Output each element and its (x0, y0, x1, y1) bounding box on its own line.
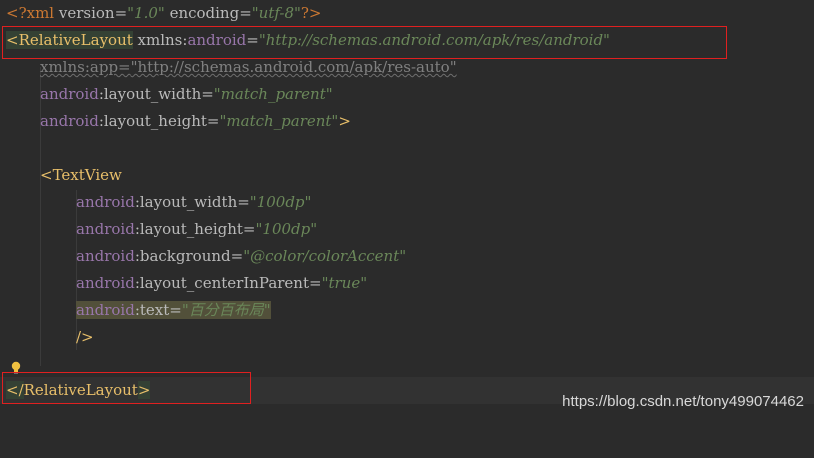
layout-width-attr: :layout_width= (98, 85, 214, 103)
textview-layout-height-value: "100dp" (255, 220, 318, 238)
code-line-11[interactable]: android:layout_centerInParent="true" (0, 270, 814, 297)
xml-encoding-attr: encoding= (164, 4, 252, 22)
textview-self-close: /> (76, 328, 94, 346)
code-line-10[interactable]: android:background="@color/colorAccent" (0, 243, 814, 270)
code-editor[interactable]: <?xml version="1.0" encoding="utf-8"?> <… (0, 0, 814, 421)
namespace: android (76, 301, 135, 319)
namespace: android (40, 85, 99, 103)
textview-background-value: "@color/colorAccent" (243, 247, 407, 265)
namespace: android (76, 193, 135, 211)
watermark: https://blog.csdn.net/tony499074462 (562, 393, 804, 410)
code-line-6[interactable] (0, 135, 814, 162)
layout-height-attr: :layout_height= (98, 112, 220, 130)
code-line-12[interactable]: android:text="百分百布局" (0, 297, 814, 324)
annotation-box-relativelayout-open (2, 26, 727, 59)
namespace: android (76, 247, 135, 265)
layout-height-value: "match_parent" (219, 112, 339, 130)
code-line-1[interactable]: <?xml version="1.0" encoding="utf-8"?> (0, 0, 814, 27)
xml-version-value: "1.0" (127, 4, 165, 22)
app-xmlns-value: "http://schemas.android.com/apk/res-auto… (130, 58, 457, 76)
textview-tag: TextView (52, 166, 122, 184)
app-xmlns-attr: xmlns:app= (40, 58, 131, 76)
textview-layout-width-value: "100dp" (249, 193, 312, 211)
code-line-13[interactable]: /> (0, 324, 814, 351)
textview-open-bracket: < (40, 166, 53, 184)
code-line-7[interactable]: <TextView (0, 162, 814, 189)
layout-width-value: "match_parent" (213, 85, 333, 103)
textview-background-attr: :background= (134, 247, 244, 265)
namespace: android (76, 274, 135, 292)
textview-center-in-parent-attr: :layout_centerInParent= (134, 274, 322, 292)
annotation-box-relativelayout-close (2, 372, 251, 404)
code-line-8[interactable]: android:layout_width="100dp" (0, 189, 814, 216)
xml-version-attr: version= (54, 4, 128, 22)
code-line-9[interactable]: android:layout_height="100dp" (0, 216, 814, 243)
code-line-5[interactable]: android:layout_height="match_parent"> (0, 108, 814, 135)
textview-text-value: "百分百布局" (181, 301, 271, 319)
namespace: android (76, 220, 135, 238)
namespace: android (40, 112, 99, 130)
textview-layout-width-attr: :layout_width= (134, 193, 250, 211)
tag-close-bracket: > (338, 112, 351, 130)
xml-decl-close: ?> (300, 4, 322, 22)
textview-layout-height-attr: :layout_height= (134, 220, 256, 238)
textview-text-attr: :text= (134, 301, 182, 319)
code-line-4[interactable]: android:layout_width="match_parent" (0, 81, 814, 108)
textview-center-in-parent-value: "true" (321, 274, 368, 292)
xml-decl-open: <?xml (6, 4, 55, 22)
xml-encoding-value: "utf-8" (251, 4, 301, 22)
